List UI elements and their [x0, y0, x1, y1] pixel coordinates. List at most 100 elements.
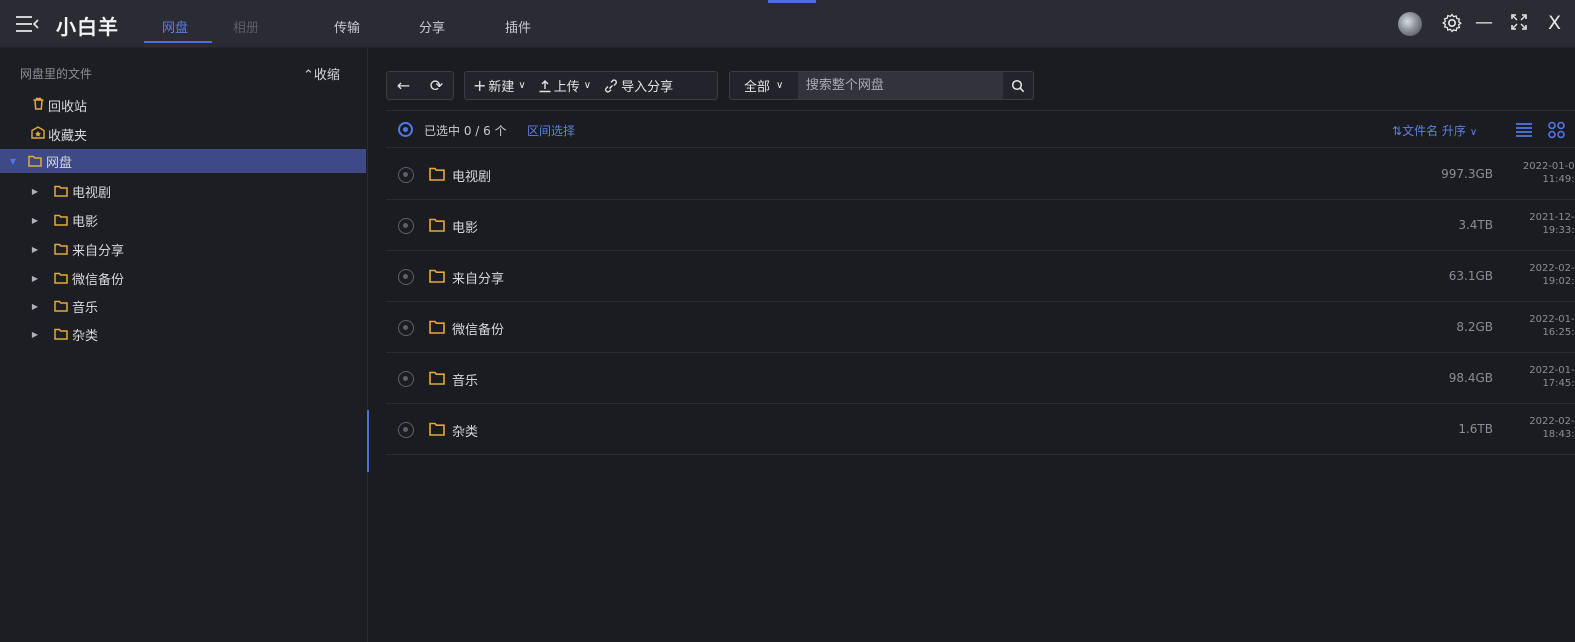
- file-name: 微信备份: [452, 323, 505, 338]
- range-select-link[interactable]: 区间选择: [527, 122, 575, 139]
- search-icon: [1011, 79, 1025, 92]
- sidebar-item-wechat-backup[interactable]: ▶ 微信备份: [0, 266, 366, 290]
- settings-icon[interactable]: [1441, 12, 1463, 40]
- avatar[interactable]: [1398, 12, 1422, 36]
- row-select-radio[interactable]: [398, 269, 414, 285]
- collapsed-triangle-icon[interactable]: ▶: [30, 245, 40, 254]
- collapsed-triangle-icon[interactable]: ▶: [30, 216, 40, 225]
- sidebar-item-pan-root[interactable]: ▼ 网盘: [0, 149, 366, 173]
- maximize-button[interactable]: [1509, 12, 1529, 38]
- sidebar-item-music[interactable]: ▶ 音乐: [0, 294, 366, 318]
- file-row[interactable]: 音乐 98.4GB 2022-01-017:45:0: [386, 353, 1575, 404]
- action-button-group: + 新建 ∨ 上传 ∨ 导入分享: [464, 71, 718, 100]
- selection-bar: 已选中 0 / 6 个 区间选择 ⇅文件名 升序 ∨: [386, 110, 1575, 148]
- file-date: 2022-02-018:43:2: [1529, 416, 1575, 440]
- sidebar-item-label: 音乐: [72, 300, 99, 316]
- file-name: 电视剧: [452, 170, 492, 185]
- folder-icon: [54, 272, 68, 284]
- grid-view-icon[interactable]: [1547, 121, 1567, 139]
- refresh-button[interactable]: ⟳: [420, 72, 453, 99]
- app-title: 小白羊: [56, 15, 119, 39]
- collapse-button[interactable]: ⌃收缩: [303, 64, 340, 83]
- sidebar-item-from-share[interactable]: ▶ 来自分享: [0, 237, 366, 261]
- row-select-radio[interactable]: [398, 218, 414, 234]
- row-select-radio[interactable]: [398, 320, 414, 336]
- new-button[interactable]: + 新建 ∨: [465, 72, 532, 99]
- sidebar-item-movies[interactable]: ▶ 电影: [0, 208, 366, 232]
- file-date: 2022-01-0411:49:4: [1522, 161, 1575, 185]
- file-row[interactable]: 电影 3.4TB 2021-12-219:33:5: [386, 200, 1575, 251]
- import-share-button[interactable]: 导入分享: [597, 72, 679, 99]
- sidebar-item-label: 微信备份: [72, 272, 125, 288]
- sidebar-item-trash[interactable]: 回收站: [0, 93, 366, 117]
- chevron-down-icon: ∨: [583, 80, 592, 91]
- file-name: 音乐: [452, 374, 479, 389]
- tab-pan[interactable]: 网盘: [162, 17, 188, 36]
- search-group: 全部 ∨: [729, 71, 1034, 100]
- sidebar-item-tv[interactable]: ▶ 电视剧: [0, 179, 366, 203]
- back-button[interactable]: ←: [387, 72, 420, 99]
- file-size: 8.2GB: [1456, 320, 1493, 334]
- folder-icon: [429, 269, 445, 283]
- file-size: 3.4TB: [1458, 218, 1493, 232]
- collapsed-triangle-icon[interactable]: ▶: [30, 187, 40, 196]
- collapse-icon: ⌃: [303, 68, 314, 83]
- tab-share[interactable]: 分享: [419, 17, 445, 36]
- nav-button-group: ← ⟳: [386, 71, 454, 100]
- sidebar-item-label: 电视剧: [72, 185, 112, 201]
- folder-icon: [429, 167, 445, 181]
- collapsed-triangle-icon[interactable]: ▶: [30, 274, 40, 283]
- minimize-button[interactable]: —: [1475, 12, 1493, 34]
- sidebar-resize-handle[interactable]: [367, 410, 369, 472]
- top-accent-line: [768, 0, 816, 3]
- search-button[interactable]: [1003, 72, 1033, 99]
- chevron-down-icon: ∨: [1469, 127, 1478, 138]
- file-date: 2021-12-219:33:5: [1529, 212, 1575, 236]
- sidebar-item-favorites[interactable]: 收藏夹: [0, 122, 366, 146]
- sidebar-item-label: 回收站: [48, 99, 88, 115]
- close-button[interactable]: X: [1548, 12, 1561, 34]
- collapsed-triangle-icon[interactable]: ▶: [30, 302, 40, 311]
- file-row[interactable]: 微信备份 8.2GB 2022-01-016:25:5: [386, 302, 1575, 353]
- sort-icon: ⇅: [1392, 124, 1403, 138]
- menu-icon[interactable]: [14, 14, 40, 34]
- sidebar-item-label: 杂类: [72, 328, 99, 344]
- file-row[interactable]: 电视剧 997.3GB 2022-01-0411:49:4: [386, 149, 1575, 200]
- file-date: 2022-01-016:25:5: [1529, 314, 1575, 338]
- file-date: 2022-01-017:45:0: [1529, 365, 1575, 389]
- folder-icon: [429, 371, 445, 385]
- folder-icon: [54, 328, 68, 340]
- sort-button[interactable]: ⇅文件名 升序 ∨: [1392, 122, 1477, 139]
- selection-count: 已选中 0 / 6 个: [424, 124, 507, 138]
- select-all-radio[interactable]: [398, 122, 413, 137]
- folder-icon: [54, 214, 68, 226]
- file-row[interactable]: 来自分享 63.1GB 2022-02-019:02:1: [386, 251, 1575, 302]
- upload-button[interactable]: 上传 ∨: [532, 72, 597, 99]
- row-select-radio[interactable]: [398, 422, 414, 438]
- tab-album[interactable]: 相册: [233, 17, 259, 36]
- file-size: 63.1GB: [1448, 269, 1493, 283]
- tab-transfer[interactable]: 传输: [334, 17, 360, 36]
- folder-icon: [429, 218, 445, 232]
- file-name: 电影: [452, 221, 479, 236]
- tab-plugins[interactable]: 插件: [505, 17, 531, 36]
- list-view-icon[interactable]: [1514, 121, 1534, 139]
- row-select-radio[interactable]: [398, 371, 414, 387]
- folder-icon: [28, 155, 42, 167]
- folder-icon: [54, 185, 68, 197]
- scope-select[interactable]: 全部 ∨: [730, 72, 798, 99]
- row-select-radio[interactable]: [398, 167, 414, 183]
- file-name: 杂类: [452, 425, 479, 440]
- chevron-down-icon: ∨: [776, 80, 784, 91]
- sidebar-item-label: 电影: [72, 214, 99, 230]
- folder-icon: [429, 320, 445, 334]
- expand-triangle-icon[interactable]: ▼: [8, 157, 18, 166]
- file-row[interactable]: 杂类 1.6TB 2022-02-018:43:2: [386, 404, 1575, 455]
- trash-icon: [30, 97, 46, 114]
- star-folder-icon: [30, 125, 46, 143]
- search-input[interactable]: [797, 72, 1004, 99]
- sidebar-item-label: 网盘: [46, 155, 73, 171]
- sidebar-item-misc[interactable]: ▶ 杂类: [0, 322, 366, 346]
- chevron-down-icon: ∨: [518, 80, 526, 91]
- collapsed-triangle-icon[interactable]: ▶: [30, 330, 40, 339]
